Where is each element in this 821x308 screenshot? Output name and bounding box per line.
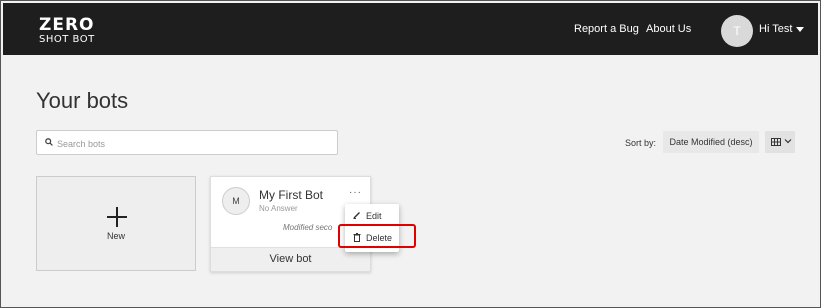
nav-about-us[interactable]: About Us — [646, 23, 691, 35]
bot-modified-text: Modified seco — [283, 223, 333, 232]
caret-down-icon — [796, 26, 805, 32]
menu-item-edit-label: Edit — [366, 211, 382, 221]
plus-icon — [107, 207, 127, 227]
delete-highlight-annotation — [338, 224, 416, 248]
view-toggle-button[interactable] — [765, 131, 795, 153]
grid-icon — [771, 138, 781, 146]
new-bot-card[interactable]: New — [36, 176, 196, 271]
logo-line1: ZERO — [39, 15, 95, 35]
nav-report-bug[interactable]: Report a Bug — [574, 23, 639, 35]
pencil-icon — [353, 212, 360, 219]
logo-line2: SHOT BOT — [39, 34, 95, 45]
bot-name: My First Bot — [259, 188, 324, 202]
zero-shot-bot-logo[interactable]: ZERO SHOT BOT — [39, 17, 95, 45]
search-input[interactable] — [55, 134, 329, 153]
bot-avatar: M — [222, 187, 250, 215]
new-bot-label: New — [106, 231, 125, 241]
user-avatar[interactable]: T — [721, 15, 753, 47]
user-greeting: Hi Test — [759, 23, 793, 35]
sort-label: Sort by: — [625, 138, 657, 148]
app-frame: ZERO SHOT BOT Report a Bug About Us T Hi… — [0, 0, 821, 308]
user-menu-toggle[interactable]: Hi Test — [759, 23, 805, 35]
top-navbar: ZERO SHOT BOT Report a Bug About Us T Hi… — [3, 3, 818, 55]
search-icon — [45, 138, 53, 146]
sort-select[interactable]: Date Modified (desc) — [663, 131, 759, 153]
page-title: Your bots — [36, 88, 129, 113]
bot-subtitle: No Answer — [259, 204, 298, 213]
chevron-down-icon — [784, 139, 792, 144]
search-box[interactable] — [36, 130, 338, 155]
more-options-button[interactable]: ··· — [349, 187, 362, 198]
